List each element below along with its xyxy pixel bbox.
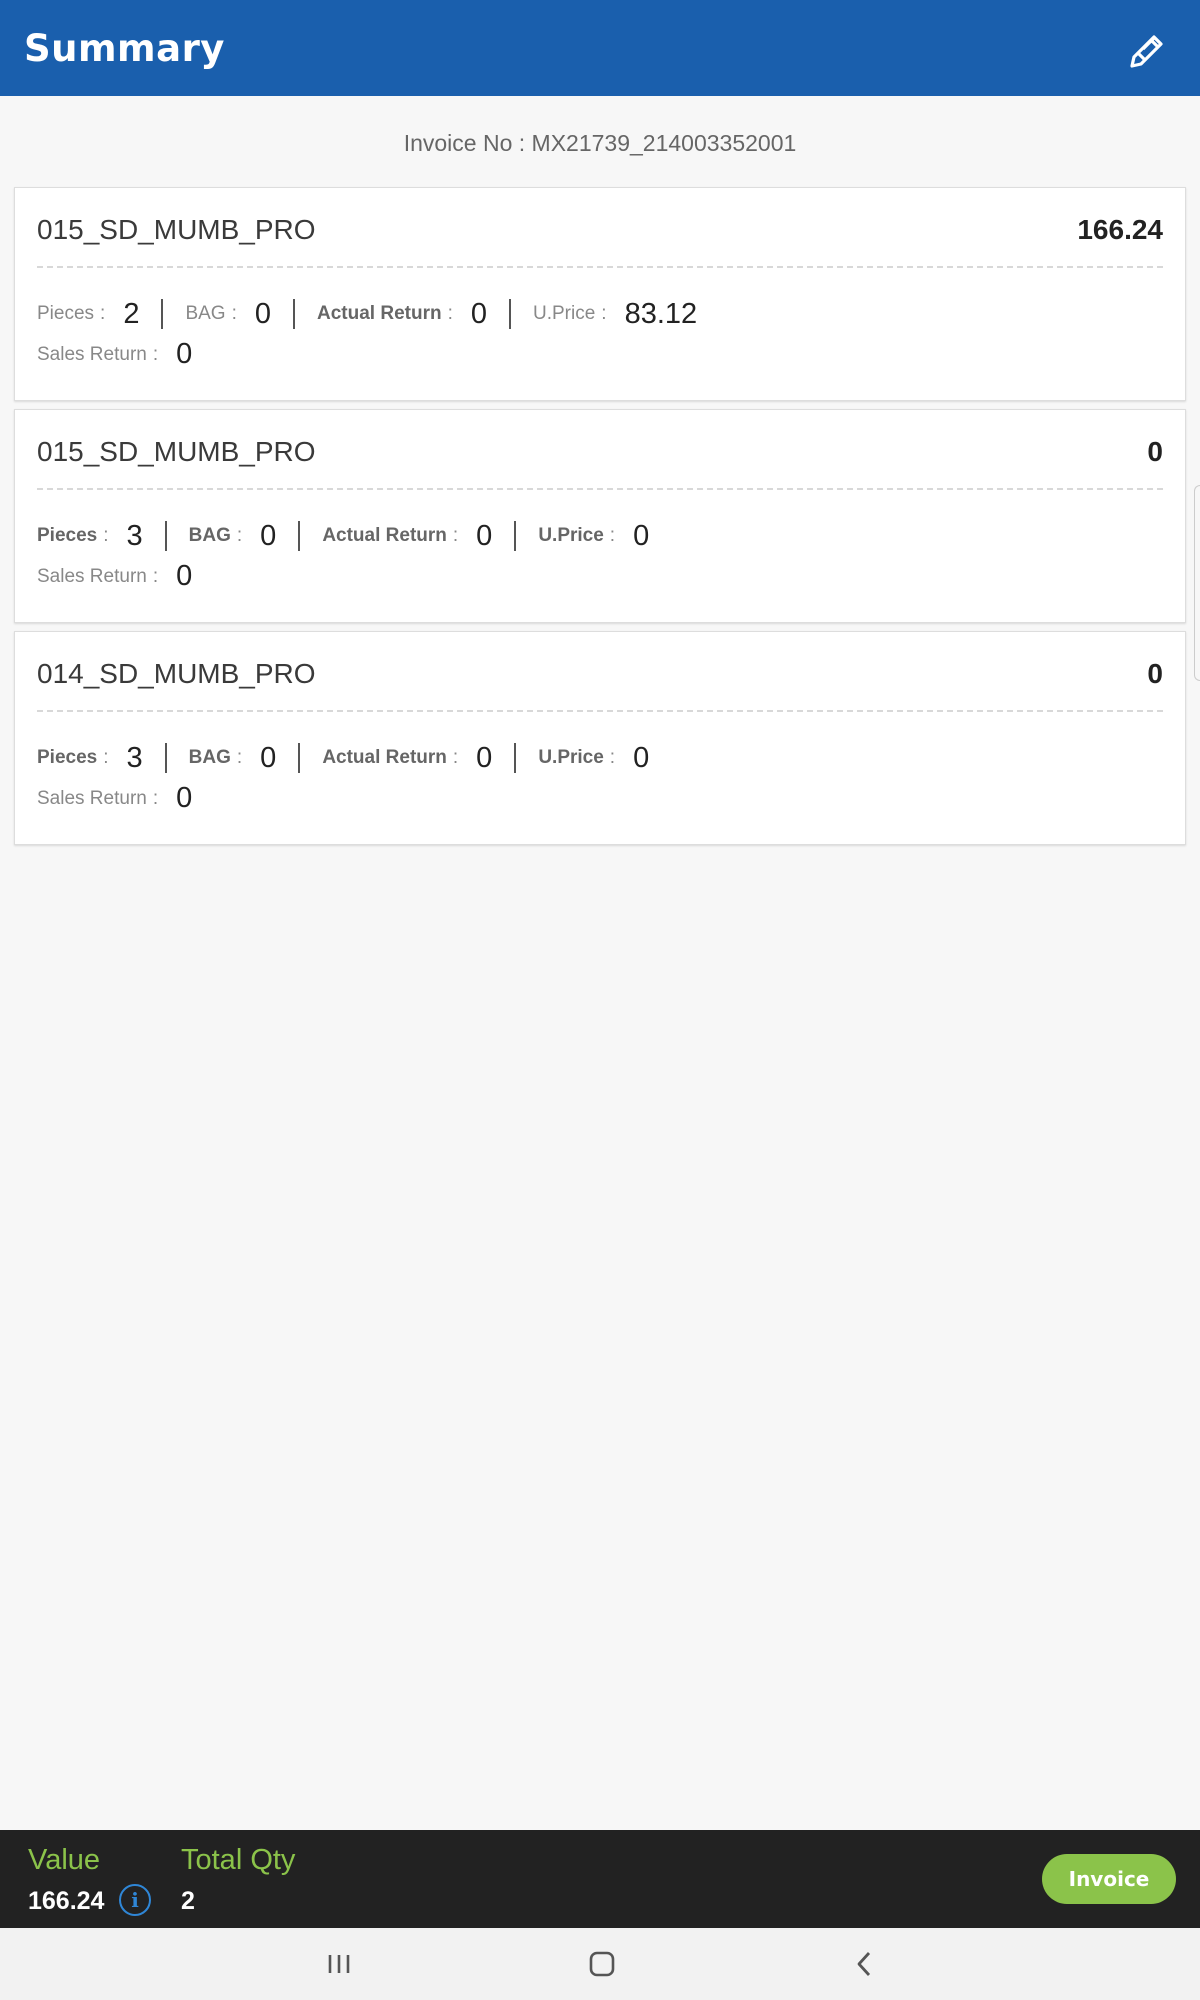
uprice-field: U.Price: 83.12 — [533, 297, 698, 330]
item-card-header: 015_SD_MUMB_PRO 0 — [37, 410, 1163, 490]
item-name: 015_SD_MUMB_PRO — [37, 214, 316, 245]
item-metrics: Pieces: 3 BAG: 0 Actual Return: 0 U.Pric… — [37, 728, 1163, 788]
recents-button[interactable] — [309, 1942, 369, 1986]
uprice-value: 0 — [633, 741, 650, 774]
uprice-value: 83.12 — [624, 297, 698, 330]
pieces-field: Pieces: 3 — [37, 519, 143, 552]
back-icon — [857, 1952, 871, 1976]
uprice-value: 0 — [633, 519, 650, 552]
total-qty-value: 2 — [181, 1887, 195, 1915]
side-panel-handle[interactable] — [1194, 485, 1200, 681]
actual-return-label: Actual Return — [317, 303, 442, 324]
value-label: Value — [28, 1844, 101, 1876]
actual-return-label: Actual Return — [322, 747, 447, 768]
divider — [298, 743, 301, 773]
divider — [293, 299, 295, 329]
pieces-value: 2 — [123, 297, 140, 330]
pieces-label: Pieces — [37, 525, 98, 546]
bag-label: BAG — [185, 303, 226, 324]
item-card[interactable]: 014_SD_MUMB_PRO 0 Pieces: 3 BAG: 0 Actua… — [14, 631, 1186, 845]
sales-return-row: Sales Return: 0 — [37, 782, 1163, 815]
bag-field: BAG: 0 — [188, 741, 277, 774]
system-nav-bar — [0, 1928, 1200, 2000]
sales-return-label: Sales Return — [37, 343, 147, 365]
uprice-label: U.Price — [533, 303, 596, 324]
actual-return-field: Actual Return: 0 — [322, 519, 493, 552]
sales-return-value: 0 — [176, 782, 193, 814]
actual-return-value: 0 — [476, 519, 493, 552]
divider — [164, 521, 167, 551]
bag-value: 0 — [260, 741, 277, 774]
bag-field: BAG: 0 — [188, 519, 277, 552]
sales-return-row: Sales Return: 0 — [37, 338, 1163, 371]
bag-label: BAG — [188, 525, 231, 546]
sales-return-row: Sales Return: 0 — [37, 560, 1163, 593]
page-title: Summary — [24, 26, 225, 70]
uprice-field: U.Price: 0 — [538, 519, 650, 552]
uprice-field: U.Price: 0 — [538, 741, 650, 774]
bag-label: BAG — [188, 747, 231, 768]
bag-field: BAG: 0 — [185, 297, 271, 330]
item-name: 014_SD_MUMB_PRO — [37, 658, 316, 689]
actual-return-field: Actual Return: 0 — [317, 297, 487, 330]
divider — [164, 743, 167, 773]
info-icon[interactable]: i — [119, 1884, 151, 1916]
actual-return-value: 0 — [470, 297, 487, 330]
home-button[interactable] — [572, 1942, 632, 1986]
sales-return-field: Sales Return: 0 — [37, 338, 193, 370]
total-qty-label: Total Qty — [181, 1844, 296, 1876]
pieces-value: 3 — [126, 519, 143, 552]
actual-return-label: Actual Return — [322, 525, 447, 546]
item-card[interactable]: 015_SD_MUMB_PRO 166.24 Pieces: 2 BAG: 0 … — [14, 187, 1186, 401]
sales-return-field: Sales Return: 0 — [37, 560, 193, 592]
item-name: 015_SD_MUMB_PRO — [37, 436, 316, 467]
sales-return-value: 0 — [176, 560, 193, 592]
invoice-number: Invoice No : MX21739_214003352001 — [403, 130, 797, 156]
sales-return-label: Sales Return — [37, 565, 147, 587]
actual-return-value: 0 — [476, 741, 493, 774]
bag-value: 0 — [254, 297, 271, 330]
item-card-header: 015_SD_MUMB_PRO 166.24 — [37, 188, 1163, 268]
divider — [514, 521, 517, 551]
pieces-field: Pieces: 2 — [37, 297, 140, 330]
sales-return-field: Sales Return: 0 — [37, 782, 193, 814]
app-bar: Summary — [0, 0, 1200, 96]
value-amount: 166.24 — [28, 1887, 105, 1915]
pieces-value: 3 — [126, 741, 143, 774]
sales-return-label: Sales Return — [37, 787, 147, 809]
item-list: 015_SD_MUMB_PRO 166.24 Pieces: 2 BAG: 0 … — [14, 187, 1186, 853]
item-card-header: 014_SD_MUMB_PRO 0 — [37, 632, 1163, 712]
home-icon — [589, 1951, 615, 1977]
divider — [298, 521, 301, 551]
divider — [161, 299, 164, 329]
bag-value: 0 — [260, 519, 277, 552]
item-metrics: Pieces: 3 BAG: 0 Actual Return: 0 U.Pric… — [37, 506, 1163, 566]
pencil-icon — [1130, 35, 1163, 68]
recents-icon — [328, 1955, 350, 1973]
pieces-field: Pieces: 3 — [37, 741, 143, 774]
item-value: 0 — [1147, 658, 1163, 689]
edit-button[interactable] — [1120, 20, 1176, 76]
invoice-button[interactable]: Invoice — [1042, 1854, 1176, 1904]
back-button[interactable] — [834, 1942, 894, 1986]
sales-return-value: 0 — [176, 338, 193, 370]
actual-return-field: Actual Return: 0 — [322, 741, 493, 774]
uprice-label: U.Price — [538, 525, 604, 546]
item-card[interactable]: 015_SD_MUMB_PRO 0 Pieces: 3 BAG: 0 Actua… — [14, 409, 1186, 623]
divider — [509, 299, 511, 329]
pieces-label: Pieces — [37, 303, 95, 324]
summary-footer: Value 166.24 i Total Qty 2 Invoice — [0, 1830, 1200, 1928]
item-value: 166.24 — [1077, 214, 1163, 245]
item-metrics: Pieces: 2 BAG: 0 Actual Return: 0 U.Pric… — [37, 284, 1163, 344]
divider — [514, 743, 517, 773]
pieces-label: Pieces — [37, 747, 98, 768]
item-value: 0 — [1147, 436, 1163, 467]
uprice-label: U.Price — [538, 747, 604, 768]
